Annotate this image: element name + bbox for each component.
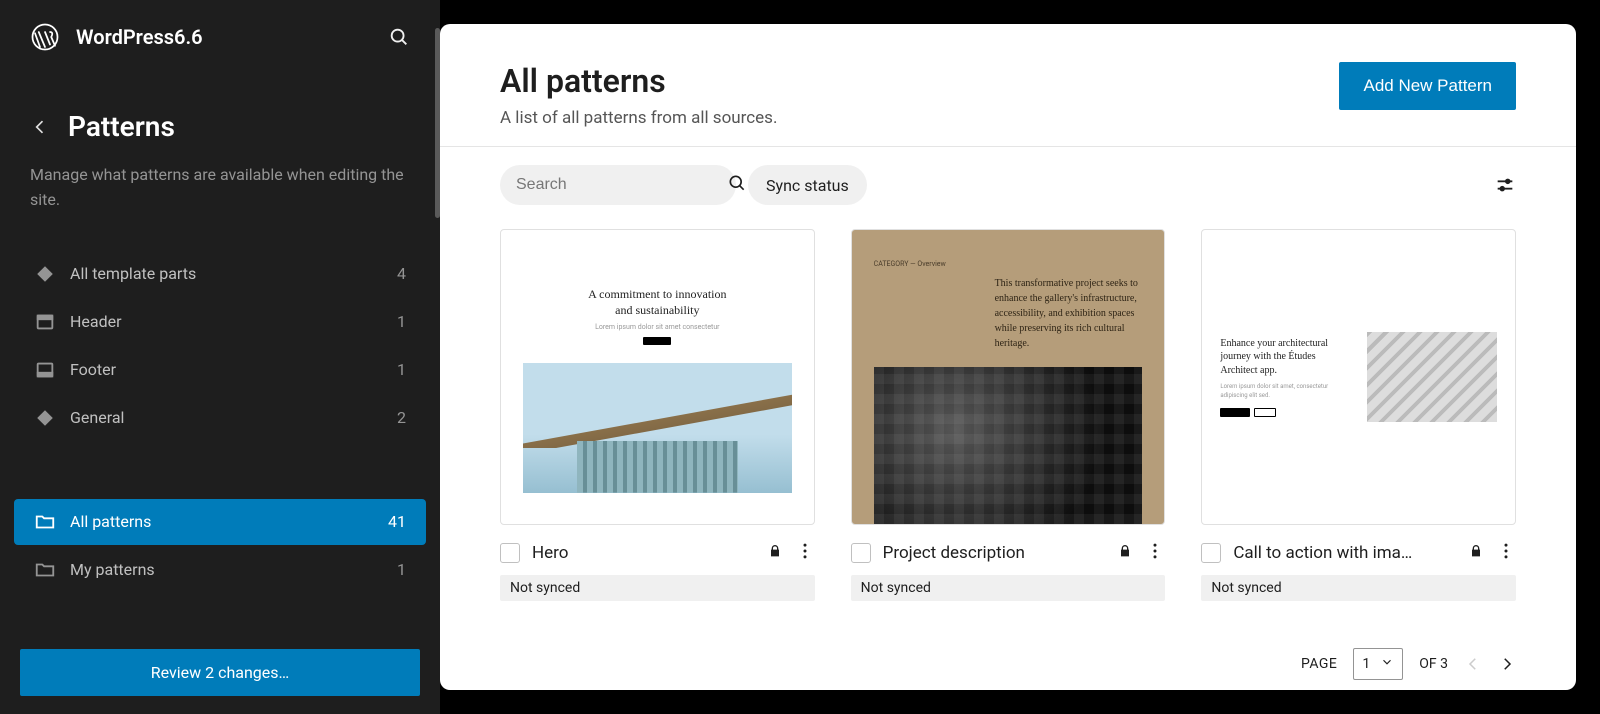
nav-count: 41 (388, 512, 406, 531)
sync-status-filter[interactable]: Sync status (748, 165, 867, 205)
nav-count: 1 (397, 312, 406, 331)
panel: All patterns A list of all patterns from… (440, 24, 1576, 690)
nav-item-all-patterns[interactable]: All patterns 41 (14, 499, 426, 545)
nav-item-general[interactable]: General 2 (14, 395, 426, 441)
select-checkbox[interactable] (500, 543, 520, 563)
pattern-preview[interactable]: Enhance your architectural journey with … (1201, 229, 1516, 525)
sync-badge: Not synced (500, 575, 815, 601)
page-next-icon[interactable] (1498, 655, 1516, 673)
sync-badge: Not synced (1201, 575, 1516, 601)
card-meta: Hero (500, 525, 815, 575)
nav-label: General (70, 408, 383, 427)
nav-patterns: All patterns 41 My patterns 1 (0, 487, 440, 605)
section-header: Patterns (0, 70, 440, 153)
main-area: All patterns A list of all patterns from… (440, 0, 1600, 714)
page-current: 1 (1362, 656, 1370, 672)
chevron-down-icon (1380, 655, 1394, 673)
nav-label: Footer (70, 360, 383, 379)
add-button-label: Add New Pattern (1363, 76, 1492, 95)
nav-item-header[interactable]: Header 1 (14, 299, 426, 345)
preview-button-group (1220, 408, 1350, 417)
footer-icon (34, 359, 56, 381)
nav-label: All template parts (70, 264, 383, 283)
add-new-pattern-button[interactable]: Add New Pattern (1339, 62, 1516, 110)
lock-icon (1117, 543, 1133, 563)
lock-icon (1468, 543, 1484, 563)
nav-item-all-template-parts[interactable]: All template parts 4 (14, 251, 426, 297)
search-icon[interactable] (727, 173, 747, 197)
nav-label: All patterns (70, 512, 374, 531)
nav-item-my-patterns[interactable]: My patterns 1 (14, 547, 426, 593)
pattern-card: A commitment to innovation and sustainab… (500, 229, 815, 601)
preview-headline: Enhance your architectural journey with … (1220, 337, 1350, 378)
pattern-card: Enhance your architectural journey with … (1201, 229, 1516, 601)
preview-body: This transformative project seeks to enh… (995, 276, 1143, 351)
page-title: All patterns (500, 62, 1339, 100)
site-title[interactable]: WordPress6.6 (76, 25, 372, 49)
diamond-icon (34, 407, 56, 429)
card-meta: Call to action with ima… (1201, 525, 1516, 575)
page-select[interactable]: 1 (1353, 648, 1403, 680)
search-icon[interactable] (388, 26, 410, 48)
preview-image (874, 367, 1143, 524)
folder-icon (34, 559, 56, 581)
preview-image (523, 363, 792, 493)
card-title[interactable]: Project description (883, 543, 1106, 563)
pagination: PAGE 1 OF 3 (1301, 648, 1516, 680)
header-icon (34, 311, 56, 333)
section-description: Manage what patterns are available when … (0, 153, 440, 239)
diamond-icon (34, 263, 56, 285)
sync-badge: Not synced (851, 575, 1166, 601)
pattern-grid: A commitment to innovation and sustainab… (440, 223, 1576, 601)
search-input[interactable] (512, 168, 727, 202)
nav-label: My patterns (70, 560, 383, 579)
filter-label: Sync status (766, 176, 849, 195)
lock-icon (767, 543, 783, 563)
section-title: Patterns (68, 110, 175, 143)
preview-subtext: Lorem ipsum dolor sit amet consectetur (595, 323, 719, 331)
page-label: PAGE (1301, 656, 1337, 672)
preview-headline: A commitment to innovation (588, 287, 726, 303)
sidebar: WordPress6.6 Patterns Manage what patter… (0, 0, 440, 714)
folder-icon (34, 511, 56, 533)
nav-count: 1 (397, 560, 406, 579)
view-options-icon[interactable] (1494, 174, 1516, 196)
filter-row: Sync status (440, 147, 1576, 223)
review-label: Review 2 changes… (151, 663, 289, 682)
select-checkbox[interactable] (1201, 543, 1221, 563)
pattern-preview[interactable]: A commitment to innovation and sustainab… (500, 229, 815, 525)
more-actions-icon[interactable] (1145, 541, 1165, 565)
nav-item-footer[interactable]: Footer 1 (14, 347, 426, 393)
card-meta: Project description (851, 525, 1166, 575)
select-checkbox[interactable] (851, 543, 871, 563)
card-title[interactable]: Call to action with ima… (1233, 543, 1456, 563)
preview-subtext: Lorem ipsum dolor sit amet, consectetur … (1220, 383, 1350, 400)
review-changes-button[interactable]: Review 2 changes… (20, 649, 420, 696)
panel-body: Sync status A commitment to innovation a… (440, 147, 1576, 690)
nav-label: Header (70, 312, 383, 331)
search-box[interactable] (500, 165, 736, 205)
nav-template-parts: All template parts 4 Header 1 Footer 1 G… (0, 239, 440, 453)
nav-count: 1 (397, 360, 406, 379)
page-subtitle: A list of all patterns from all sources. (500, 108, 1339, 128)
back-icon[interactable] (30, 117, 50, 137)
preview-button-shape (643, 337, 671, 345)
preview-headline: and sustainability (615, 303, 699, 319)
more-actions-icon[interactable] (795, 541, 815, 565)
preview-meta: CATEGORY — Overview (874, 260, 946, 268)
nav-count: 2 (397, 408, 406, 427)
preview-image (1367, 332, 1497, 422)
nav-count: 4 (397, 264, 406, 283)
page-prev-icon[interactable] (1464, 655, 1482, 673)
pattern-preview[interactable]: CATEGORY — Overview This transformative … (851, 229, 1166, 525)
page-of: OF 3 (1419, 656, 1448, 672)
wordpress-logo-icon[interactable] (30, 22, 60, 52)
more-actions-icon[interactable] (1496, 541, 1516, 565)
pattern-card: CATEGORY — Overview This transformative … (851, 229, 1166, 601)
card-title[interactable]: Hero (532, 543, 755, 563)
sidebar-header: WordPress6.6 (0, 0, 440, 70)
panel-header: All patterns A list of all patterns from… (440, 24, 1576, 147)
